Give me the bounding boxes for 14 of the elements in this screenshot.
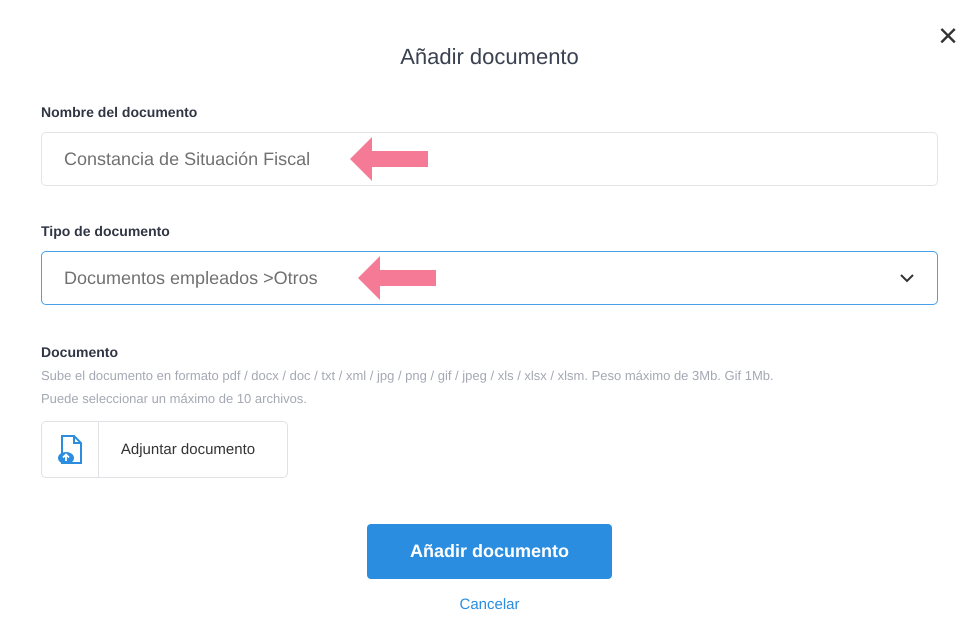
chevron-icon — [899, 273, 915, 283]
hint-text: Sube el documento en formato pdf / docx / doc / txt / xml / jpg / png / gif / jpeg / xls / xlsx / xlsm. Peso máximo de 3Mb. Gif 1Mb. — [41, 367, 775, 385]
select-field[interactable]: Documentos empleados >Otros — [41, 251, 938, 305]
file-upload-icon — [57, 434, 83, 464]
attach-button[interactable]: Adjuntar documento — [41, 421, 288, 478]
input-field[interactable]: Constancia de Situación Fiscal — [41, 132, 938, 186]
cancel-link[interactable]: Cancelar — [459, 596, 520, 613]
field-label: Tipo de documento — [41, 223, 171, 239]
close-button[interactable]: × — [938, 22, 958, 50]
field-label: Nombre del documento — [41, 104, 198, 120]
dialog-title: Añadir documento — [399, 44, 580, 70]
hint-text: Puede seleccionar un máximo de 10 archivos. — [41, 390, 308, 408]
section-label: Documento — [41, 344, 119, 360]
submit-button[interactable]: Añadir documento — [367, 524, 612, 579]
